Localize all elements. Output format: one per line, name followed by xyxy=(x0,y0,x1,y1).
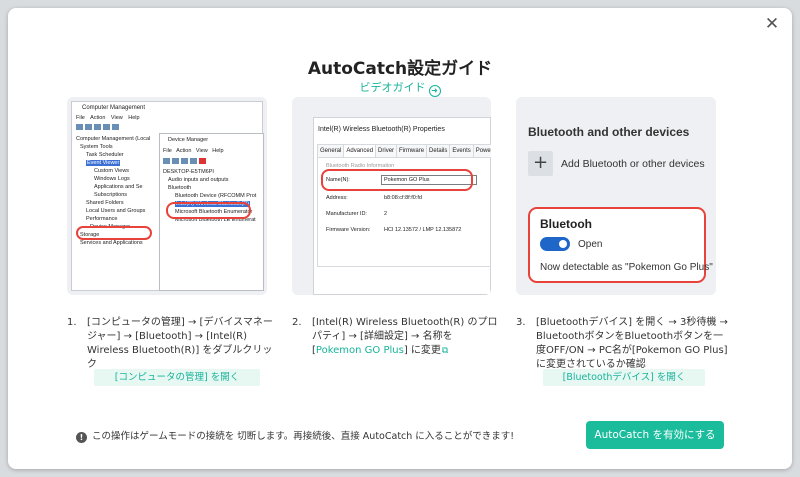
footer-note-text: この操作はゲームモードの接続を 切断します。再接続後、直接 AutoCatch … xyxy=(92,431,515,442)
tree-item: Subscriptions xyxy=(94,192,128,198)
tab-details: Details xyxy=(426,144,451,157)
tree-item: Services and Applications xyxy=(80,240,143,246)
step-text: [Bluetoothデバイス] を開く → 3秒待機 → Bluetoothボタ… xyxy=(536,317,728,370)
highlight-ring xyxy=(321,169,473,191)
dialog-title: AutoCatch設定ガイド xyxy=(307,59,493,79)
tree-item: Local Users and Groups xyxy=(86,208,146,214)
tab-firmware: Firmware xyxy=(396,144,428,157)
window-title: Computer Management xyxy=(82,105,146,111)
tree-item: Bluetooth xyxy=(168,185,192,191)
tree-item: Audio inputs and outputs xyxy=(168,177,229,183)
tree-item: Windows Logs xyxy=(94,176,130,182)
computer-management-window: Computer Management File Action View Hel… xyxy=(71,101,264,291)
step-number: 2. xyxy=(292,317,302,328)
add-device-label: Add Bluetooth or other devices xyxy=(561,158,705,170)
tab-events: Events xyxy=(449,144,474,157)
highlight-ring xyxy=(76,226,152,240)
tree-item: Event Viewer xyxy=(86,160,121,166)
tree-item: Performance xyxy=(86,216,118,222)
tree-item: Shared Folders xyxy=(86,200,124,206)
properties-title: Intel(R) Wireless Bluetooth(R) Propertie… xyxy=(318,126,445,133)
bluetooth-card: Bluetooh Open Now detectable as "Pokemon… xyxy=(528,207,713,283)
tab-power: Power xyxy=(472,144,491,157)
step-text: [コンピュータの管理] → [デバイスマネージャー] → [Bluetooth]… xyxy=(87,317,273,370)
tab-driver: Driver xyxy=(375,144,398,157)
footer-note: ! この操作はゲームモードの接続を 切断します。再接続後、直接 AutoCatch… xyxy=(76,428,514,443)
detectable-text: Now detectable as "Pokemon Go Plus" xyxy=(540,262,713,273)
tree-item: Computer Management (Local xyxy=(76,136,151,142)
window-toolbar xyxy=(76,124,121,132)
enable-autocatch-button[interactable]: AutoCatch を有効にする xyxy=(586,421,724,449)
properties-window: Intel(R) Wireless Bluetooth(R) Propertie… xyxy=(313,117,491,295)
step3-image: Bluetooth and other devices + Add Blueto… xyxy=(516,97,716,295)
device-name-highlight: Pokemon GO Plus xyxy=(315,345,404,356)
subwindow-title: Device Manager xyxy=(168,137,209,143)
tree-item: System Tools xyxy=(80,144,113,150)
copy-icon[interactable]: ⧉ xyxy=(442,346,448,356)
bt-settings-heading: Bluetooth and other devices xyxy=(528,125,690,139)
plus-icon: + xyxy=(528,151,553,176)
window-menu: File Action View Help xyxy=(76,115,140,121)
prop-row-address: Address: b8:08:cf:8f:f0:fd xyxy=(326,195,422,201)
video-guide-label: ビデオガイド xyxy=(359,81,426,94)
subwindow-menu: File Action View Help xyxy=(163,148,224,154)
step-number: 1. xyxy=(67,317,77,328)
step1-image: Computer Management File Action View Hel… xyxy=(67,97,267,295)
prop-row-firmware: Firmware Version: HCI 12.13572 / LMP 12.1… xyxy=(326,227,462,233)
arrow-right-icon: ➜ xyxy=(428,85,441,97)
step-text: [Intel(R) Wireless Bluetooth(R) のプロパティ] … xyxy=(312,317,498,356)
bluetooth-card-title: Bluetooh xyxy=(540,217,592,231)
properties-tabs: General Advanced Driver Firmware Details Even… xyxy=(317,144,491,157)
highlight-ring xyxy=(166,202,251,219)
toggle-label: Open xyxy=(578,239,603,250)
subwindow-toolbar xyxy=(163,158,208,166)
close-icon[interactable]: ✕ xyxy=(762,14,782,34)
tree-item: Bluetooth Device (RFCOMM Prot xyxy=(175,193,257,199)
tree-item: Custom Views xyxy=(94,168,130,174)
tree-item: DESKTOP-E5TM6PI xyxy=(163,169,214,175)
bluetooth-toggle xyxy=(540,237,570,251)
video-guide-link[interactable]: ビデオガイド ➜ xyxy=(8,79,792,97)
step2-image: Intel(R) Wireless Bluetooth(R) Propertie… xyxy=(292,97,491,295)
open-bluetooth-devices-button[interactable]: [Bluetoothデバイス] を開く xyxy=(543,369,705,386)
info-icon: ! xyxy=(76,432,87,443)
tab-general: General xyxy=(317,144,345,157)
tree-item: Applications and Se xyxy=(94,184,143,190)
prop-row-manufacturer: Manufacturer ID: 2 xyxy=(326,211,388,217)
tab-advanced: Advanced xyxy=(343,144,377,157)
step-number: 3. xyxy=(516,317,526,328)
tree-item: Task Scheduler xyxy=(86,152,124,158)
open-computer-management-button[interactable]: [コンピュータの管理] を開く xyxy=(94,369,260,386)
